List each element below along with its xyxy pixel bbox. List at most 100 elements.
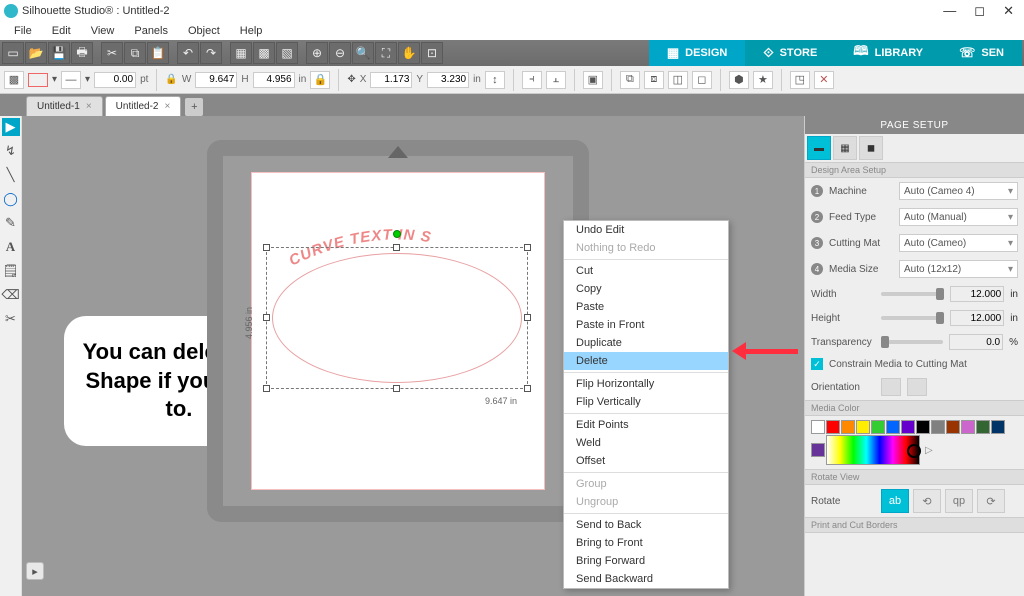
resize-handle[interactable] xyxy=(263,385,270,392)
print-icon[interactable]: 🖶 xyxy=(71,42,93,64)
rotate-270[interactable]: ⟳ xyxy=(977,489,1005,513)
tab-store[interactable]: ⟐STORE xyxy=(745,40,835,66)
distribute-icon[interactable]: ⫠ xyxy=(546,71,566,89)
machine-select[interactable]: Auto (Cameo 4)▾ xyxy=(899,182,1018,200)
paste-icon[interactable]: 📋 xyxy=(147,42,169,64)
tab-library[interactable]: 🕮LIBRARY xyxy=(835,40,941,66)
ctx-weld[interactable]: Weld xyxy=(564,434,728,452)
weld-icon[interactable]: ⬢ xyxy=(729,71,749,89)
transparency-slider[interactable] xyxy=(881,340,943,344)
width-field[interactable] xyxy=(950,286,1004,302)
select-tool[interactable]: ▶ xyxy=(2,118,20,136)
ctx-duplicate[interactable]: Duplicate xyxy=(564,334,728,352)
color-swatch[interactable] xyxy=(811,443,825,457)
edit-points-tool[interactable]: ↯ xyxy=(2,142,20,160)
tab-send[interactable]: ☏SEN xyxy=(941,40,1022,66)
menu-object[interactable]: Object xyxy=(180,24,228,38)
zoomout-icon[interactable]: ⊖ xyxy=(329,42,351,64)
rotate-0[interactable]: ab xyxy=(881,489,909,513)
color-swatch[interactable] xyxy=(841,420,855,434)
group-icon[interactable]: ⧉ xyxy=(620,71,640,89)
color-swatch[interactable] xyxy=(991,420,1005,434)
stroke-color[interactable] xyxy=(28,73,48,87)
save-icon[interactable]: 💾 xyxy=(48,42,70,64)
ctx-delete[interactable]: Delete xyxy=(564,352,728,370)
color-swatch[interactable] xyxy=(871,420,885,434)
resize-handle[interactable] xyxy=(263,244,270,251)
color-swatch[interactable] xyxy=(886,420,900,434)
knife-tool[interactable]: ✂ xyxy=(2,310,20,328)
color-swatch[interactable] xyxy=(826,420,840,434)
panel-toggle-button[interactable]: ▸ xyxy=(26,562,44,580)
lock-aspect-icon[interactable]: 🔒 xyxy=(310,71,330,89)
zoomarea-icon[interactable]: ⛶ xyxy=(375,42,397,64)
ctx-flip-v[interactable]: Flip Vertically xyxy=(564,393,728,411)
panel-tab-page[interactable]: ▬ xyxy=(807,136,831,160)
release-icon[interactable]: ◻ xyxy=(692,71,712,89)
resize-handle[interactable] xyxy=(393,244,400,251)
ctx-send-backward[interactable]: Send Backward xyxy=(564,570,728,588)
height-input[interactable] xyxy=(253,72,295,88)
ctx-cut[interactable]: Cut xyxy=(564,262,728,280)
resize-handle[interactable] xyxy=(263,314,270,321)
maximize-button[interactable]: ◻ xyxy=(974,3,985,19)
mat-select[interactable]: Auto (Cameo)▾ xyxy=(899,234,1018,252)
center-icon[interactable]: ▣ xyxy=(583,71,603,89)
resize-handle[interactable] xyxy=(524,385,531,392)
draw-tool[interactable]: ✎ xyxy=(2,214,20,232)
ctx-send-back[interactable]: Send to Back xyxy=(564,516,728,534)
x-input[interactable] xyxy=(370,72,412,88)
resize-handle[interactable] xyxy=(524,314,531,321)
copy-icon[interactable]: ⧉ xyxy=(124,42,146,64)
ctx-bring-forward[interactable]: Bring Forward xyxy=(564,552,728,570)
pos-stepper-icon[interactable]: ↕ xyxy=(485,71,505,89)
line-tool[interactable]: ╲ xyxy=(2,166,20,184)
selectall-icon[interactable]: ▩ xyxy=(253,42,275,64)
undo-icon[interactable]: ↶ xyxy=(177,42,199,64)
open-icon[interactable]: 📂 xyxy=(25,42,47,64)
align-icon[interactable]: ⫞ xyxy=(522,71,542,89)
fit-icon[interactable]: ⊡ xyxy=(421,42,443,64)
color-swatch[interactable] xyxy=(931,420,945,434)
color-swatch[interactable] xyxy=(916,420,930,434)
height-field[interactable] xyxy=(950,310,1004,326)
y-input[interactable] xyxy=(427,72,469,88)
selection-box[interactable]: 9.647 in 4.956 in xyxy=(266,247,528,389)
color-swatch[interactable] xyxy=(856,420,870,434)
feed-select[interactable]: Auto (Manual)▾ xyxy=(899,208,1018,226)
resize-handle[interactable] xyxy=(524,244,531,251)
chevron-down-icon[interactable]: ▾ xyxy=(85,74,90,85)
trace-icon[interactable]: ◳ xyxy=(790,71,810,89)
ctx-offset[interactable]: Offset xyxy=(564,452,728,470)
color-swatch[interactable] xyxy=(961,420,975,434)
ungroup-icon[interactable]: ⧈ xyxy=(644,71,664,89)
panel-tab-reg[interactable]: ◼ xyxy=(859,136,883,160)
ctx-copy[interactable]: Copy xyxy=(564,280,728,298)
orientation-portrait[interactable] xyxy=(881,378,901,396)
ctx-undo[interactable]: Undo Edit xyxy=(564,221,728,239)
fill-icon[interactable]: ▩ xyxy=(4,71,24,89)
color-swatch[interactable] xyxy=(976,420,990,434)
menu-edit[interactable]: Edit xyxy=(44,24,79,38)
zoomfit-icon[interactable]: 🔍 xyxy=(352,42,374,64)
color-swatch[interactable] xyxy=(901,420,915,434)
deselect-icon[interactable]: ▧ xyxy=(276,42,298,64)
height-slider[interactable] xyxy=(881,316,944,320)
note-tool[interactable]: 🗒 xyxy=(2,262,20,280)
close-icon[interactable]: × xyxy=(86,101,92,112)
ctx-bring-front[interactable]: Bring to Front xyxy=(564,534,728,552)
ellipse-tool[interactable]: ◯ xyxy=(2,190,20,208)
color-gradient[interactable] xyxy=(826,435,920,465)
zoomin-icon[interactable]: ⊕ xyxy=(306,42,328,64)
pan-icon[interactable]: ✋ xyxy=(398,42,420,64)
design-page[interactable]: CURVE TEXT IN S 9.647 in 4.956 in xyxy=(251,172,545,490)
text-tool[interactable]: A xyxy=(2,238,20,256)
star-icon[interactable]: ★ xyxy=(753,71,773,89)
color-swatch[interactable] xyxy=(811,420,825,434)
doc-tab[interactable]: Untitled-1× xyxy=(26,96,103,116)
select-icon[interactable]: ▦ xyxy=(230,42,252,64)
width-input[interactable] xyxy=(195,72,237,88)
ctx-edit-points[interactable]: Edit Points xyxy=(564,416,728,434)
resize-handle[interactable] xyxy=(393,385,400,392)
doc-tab-active[interactable]: Untitled-2× xyxy=(105,96,182,116)
